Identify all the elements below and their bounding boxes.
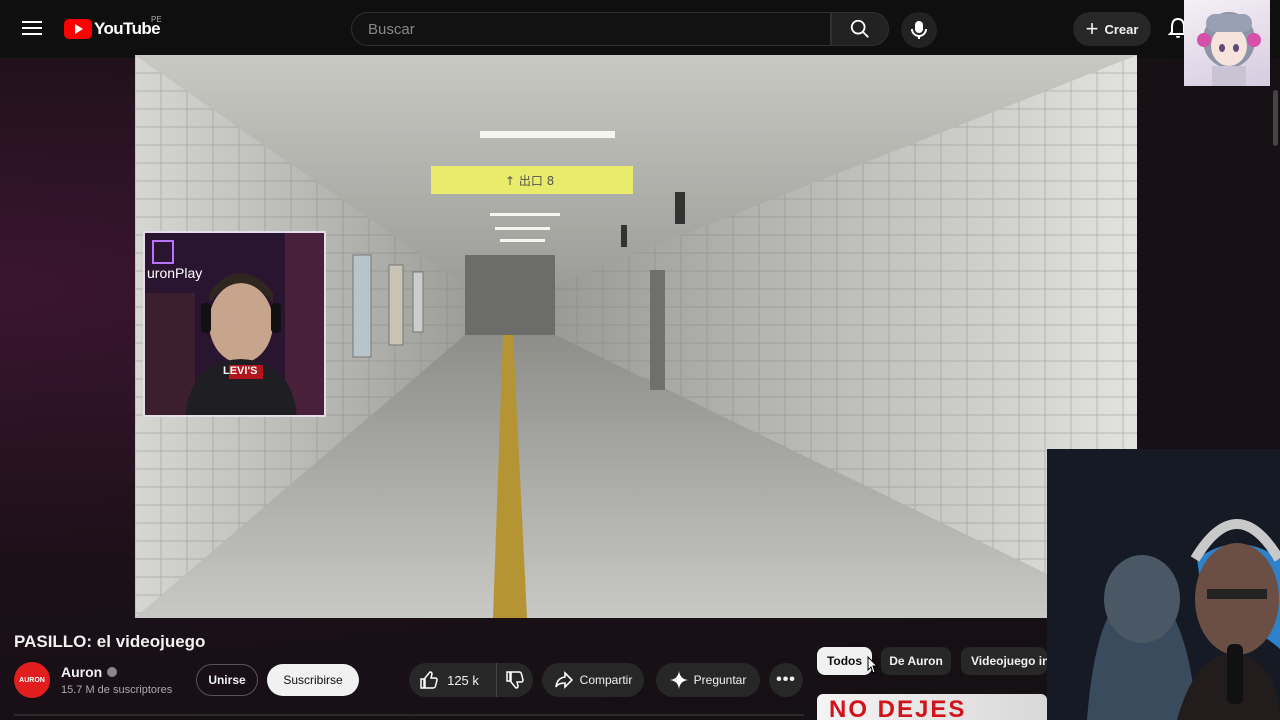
youtube-play-icon (64, 19, 92, 39)
scrollbar-thumb[interactable] (1273, 90, 1278, 146)
verified-icon (107, 667, 118, 677)
streamer-webcam: uronPlay LEVI'S (143, 231, 326, 417)
voice-search-button[interactable] (901, 12, 937, 48)
dislike-button[interactable] (496, 663, 533, 697)
like-button[interactable]: 125 k (409, 663, 489, 697)
chip-all[interactable]: Todos (817, 647, 872, 675)
create-button[interactable]: + Crear (1073, 12, 1151, 46)
ask-label: Preguntar (693, 673, 747, 687)
channel-avatar[interactable]: AURON (14, 662, 50, 698)
share-icon (554, 671, 573, 689)
search-button[interactable] (831, 12, 889, 46)
stream-overlay-text: uronPlay (147, 265, 203, 281)
channel-name-row[interactable]: Auron (61, 664, 118, 680)
microphone-icon (911, 21, 927, 39)
divider (14, 714, 804, 716)
search-input[interactable] (366, 20, 810, 39)
like-dislike-group: 125 k (409, 663, 533, 697)
subscriber-count: 15.7 M de suscriptores (61, 684, 173, 696)
chip-from-auron[interactable]: De Auron (881, 647, 951, 675)
shirt-logo-text: LEVI'S (223, 365, 258, 377)
vtuber-avatar (1184, 0, 1270, 86)
sparkle-icon (669, 671, 688, 689)
share-button[interactable]: Compartir (542, 663, 644, 697)
search-box (351, 12, 831, 46)
thumbs-down-icon (506, 671, 524, 689)
reactor-webcam (1047, 449, 1280, 720)
mouse-cursor-icon (867, 656, 879, 674)
youtube-logo[interactable]: YouTube (64, 18, 161, 40)
create-label: Crear (1104, 21, 1139, 37)
share-label: Compartir (579, 673, 633, 687)
chip-videogame[interactable]: Videojuego in (961, 647, 1047, 675)
masthead: YouTube PE + Crear (0, 0, 1280, 58)
like-count: 125 k (447, 672, 479, 688)
video-title: PASILLO: el videojuego (14, 632, 206, 651)
exit-sign-text: ↑ 出口 8 (505, 174, 555, 188)
thumbs-up-icon (420, 671, 438, 689)
thumbnail-text: NO DEJES (829, 696, 967, 720)
search-icon (850, 19, 869, 38)
recommended-thumbnail[interactable]: NO DEJES (817, 694, 1047, 720)
more-actions-button[interactable]: ••• (769, 663, 803, 697)
country-code: PE (151, 15, 162, 24)
menu-icon[interactable] (20, 17, 44, 41)
subscribe-button[interactable]: Suscribirse (267, 664, 359, 696)
ask-button[interactable]: Preguntar (656, 663, 760, 697)
join-button[interactable]: Unirse (196, 664, 258, 696)
plus-icon: + (1085, 16, 1099, 41)
channel-name[interactable]: Auron (61, 664, 102, 680)
